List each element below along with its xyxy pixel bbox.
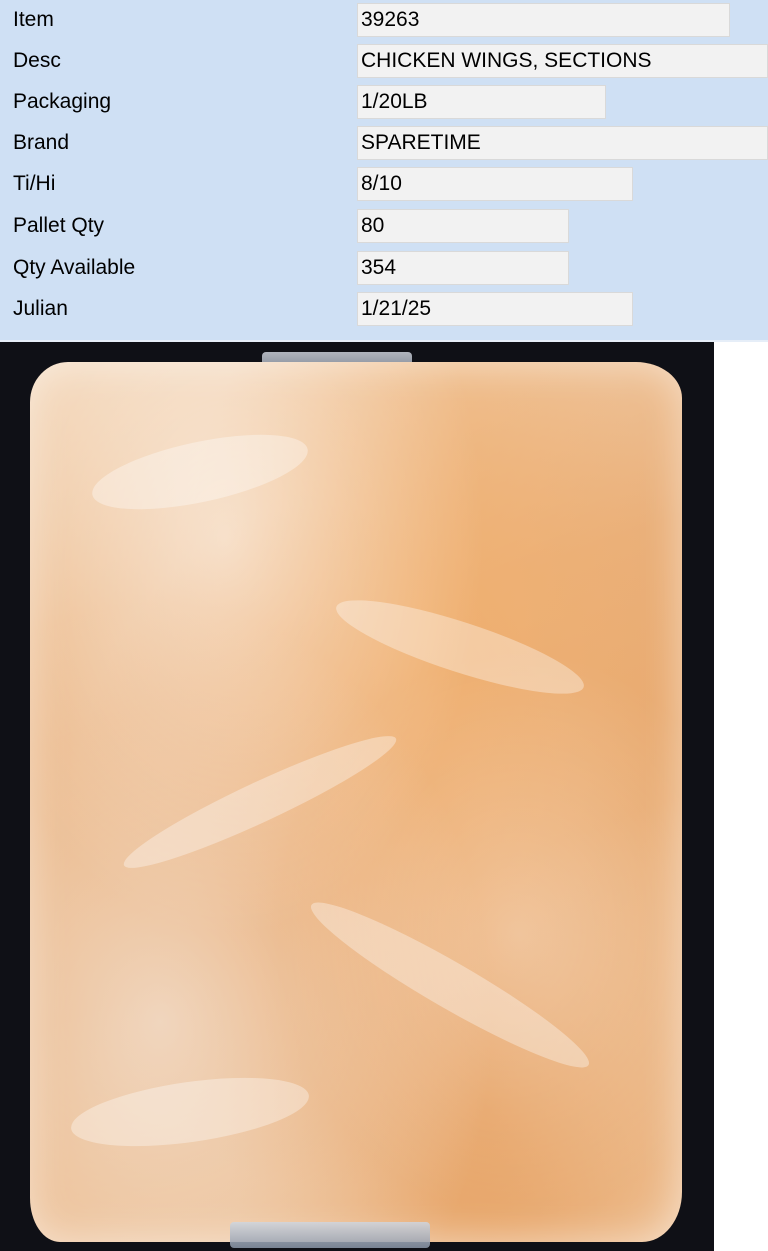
pallet-qty-value-field[interactable]: 80 bbox=[357, 209, 569, 243]
plastic-fold bbox=[86, 419, 314, 525]
product-photo bbox=[0, 342, 714, 1251]
spec-row-brand: Brand SPARETIME bbox=[0, 123, 768, 163]
spec-row-pallet-qty: Pallet Qty 80 bbox=[0, 206, 768, 246]
brand-label: Brand bbox=[13, 131, 70, 154]
spec-row-qty-available: Qty Available 354 bbox=[0, 248, 768, 288]
plastic-fold bbox=[66, 1065, 314, 1159]
frozen-chicken-bag bbox=[30, 362, 682, 1242]
julian-value-field[interactable]: 1/21/25 bbox=[357, 292, 633, 326]
item-value-field[interactable]: 39263 bbox=[357, 3, 730, 37]
item-label: Item bbox=[13, 8, 54, 31]
tihi-value-field[interactable]: 8/10 bbox=[357, 167, 633, 201]
julian-label: Julian bbox=[13, 297, 68, 320]
spec-row-tihi: Ti/Hi 8/10 bbox=[0, 164, 768, 204]
spec-row-packaging: Packaging 1/20LB bbox=[0, 82, 768, 122]
pallet-qty-label: Pallet Qty bbox=[13, 214, 105, 237]
qty-available-label: Qty Available bbox=[13, 256, 136, 279]
bag-seal-bottom bbox=[230, 1222, 430, 1248]
plastic-fold bbox=[115, 720, 405, 884]
spec-row-item: Item 39263 bbox=[0, 0, 768, 40]
qty-available-value-field[interactable]: 354 bbox=[357, 251, 569, 285]
desc-value-field[interactable]: CHICKEN WINGS, SECTIONS bbox=[357, 44, 768, 78]
plastic-fold bbox=[299, 885, 601, 1085]
spec-row-julian: Julian 1/21/25 bbox=[0, 289, 768, 329]
product-spec-panel: Item 39263 Desc CHICKEN WINGS, SECTIONS … bbox=[0, 0, 768, 342]
packaging-value-field[interactable]: 1/20LB bbox=[357, 85, 606, 119]
brand-value-field[interactable]: SPARETIME bbox=[357, 126, 768, 160]
desc-label: Desc bbox=[13, 49, 61, 72]
photo-gutter bbox=[714, 342, 768, 1251]
packaging-label: Packaging bbox=[13, 90, 112, 113]
spec-row-desc: Desc CHICKEN WINGS, SECTIONS bbox=[0, 41, 768, 81]
plastic-fold bbox=[328, 583, 592, 711]
tihi-label: Ti/Hi bbox=[13, 172, 56, 195]
